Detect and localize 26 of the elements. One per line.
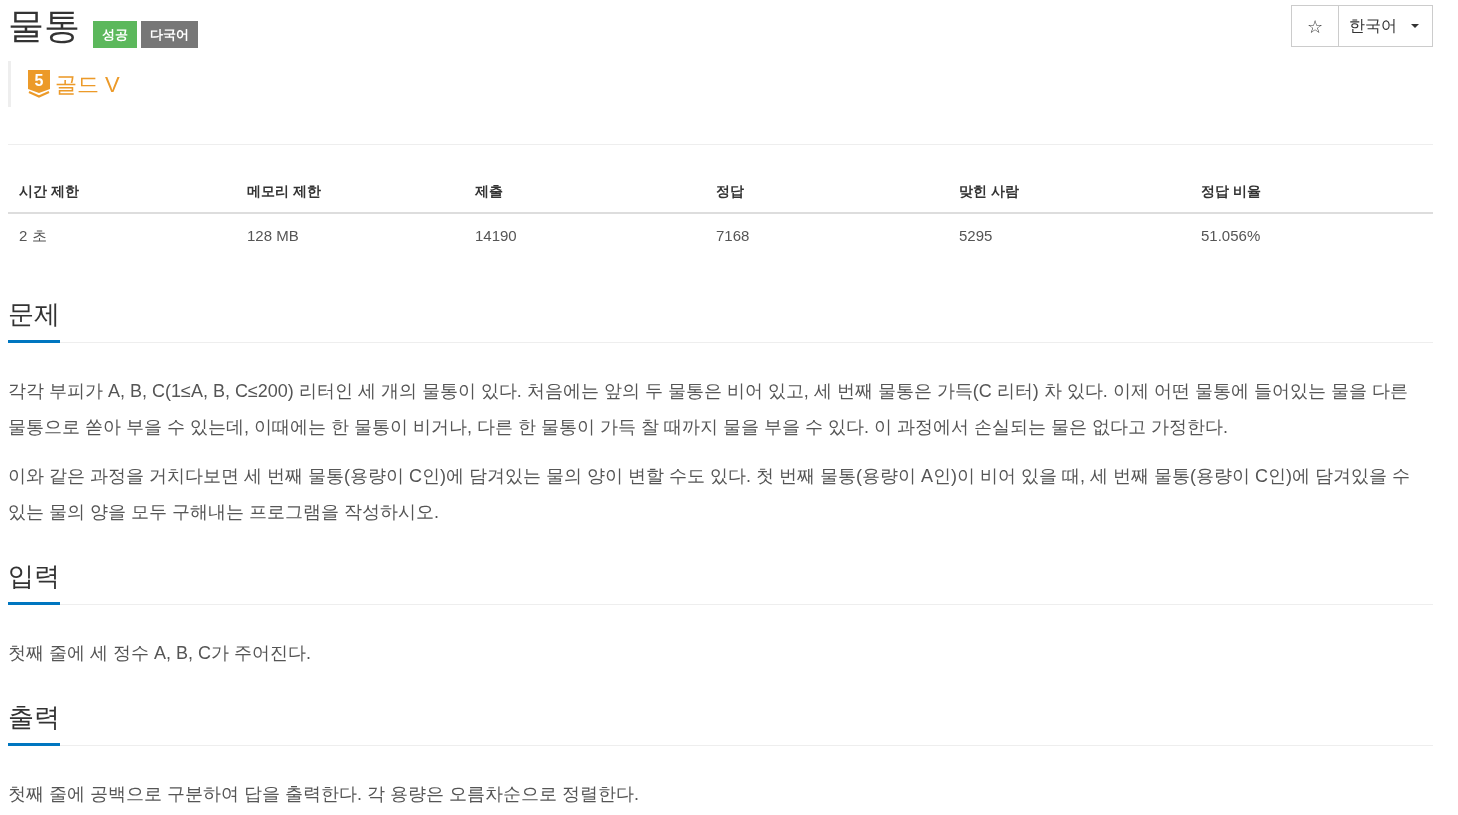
column-header: 맞힌 사람 bbox=[948, 170, 1190, 214]
status-label: 성공 bbox=[93, 21, 137, 48]
column-header: 메모리 제한 bbox=[236, 170, 464, 214]
section-heading: 문제 bbox=[8, 294, 60, 343]
section-heading: 입력 bbox=[8, 556, 60, 605]
table-cell-text: 128 MB bbox=[246, 225, 300, 246]
column-header: 제출 bbox=[464, 170, 705, 214]
star-button[interactable]: ☆ bbox=[1291, 5, 1339, 47]
paragraph: 각각 부피가 A, B, C(1≤A, B, C≤200) 리터인 세 개의 물통이 있다. 처음에는 앞의 두 물통은 비어 있고, 세 번째 물통은 가득(C 리터) 차 있다. 이제 어떤 물통에 들어있는 물을 다른 물통으로 쏟아 부을 수 있는데, 이때에는 한 물통이 비거나, 다른 한 물통이 가득 찰 때까지 물을 부을 수 있다. 이 과정에서 손실되는 물은 없다고 가정한다. bbox=[8, 380, 1409, 439]
table-cell-text: 51.056% bbox=[1200, 225, 1262, 246]
table-cell-text: 2 초 bbox=[18, 225, 48, 246]
problem-title: 물통 bbox=[8, 4, 80, 48]
column-header: 시간 제한 bbox=[8, 170, 236, 214]
tier-name: 골드 V bbox=[55, 70, 120, 99]
caret-icon bbox=[1411, 24, 1419, 28]
paragraph: 첫째 줄에 세 정수 A, B, C가 주어진다. bbox=[8, 642, 313, 665]
table-cell-text: 5295 bbox=[958, 225, 994, 246]
table-cell-text: 14190 bbox=[474, 225, 518, 246]
section-heading: 출력 bbox=[8, 697, 60, 746]
column-header: 정답 비율 bbox=[1190, 170, 1433, 214]
paragraph: 첫째 줄에 공백으로 구분하여 답을 출력한다. 각 용량은 오름차순으로 정렬한다. bbox=[8, 783, 640, 806]
language-dropdown[interactable]: 한국어 bbox=[1339, 5, 1433, 47]
paragraph: 이와 같은 과정을 거치다보면 세 번째 물통(용량이 C인)에 담겨있는 물의 양이 변할 수도 있다. 첫 번째 물통(용량이 A인)이 비어 있을 때, 세 번째 물통(용량이 C인)에 담겨있을 수 있는 물의 양을 모두 구해내는 프로그램을 작성하시오. bbox=[8, 465, 1411, 524]
status-label: 다국어 bbox=[141, 21, 198, 48]
column-header: 정답 bbox=[705, 170, 948, 214]
table-cell-text: 7168 bbox=[715, 225, 751, 246]
